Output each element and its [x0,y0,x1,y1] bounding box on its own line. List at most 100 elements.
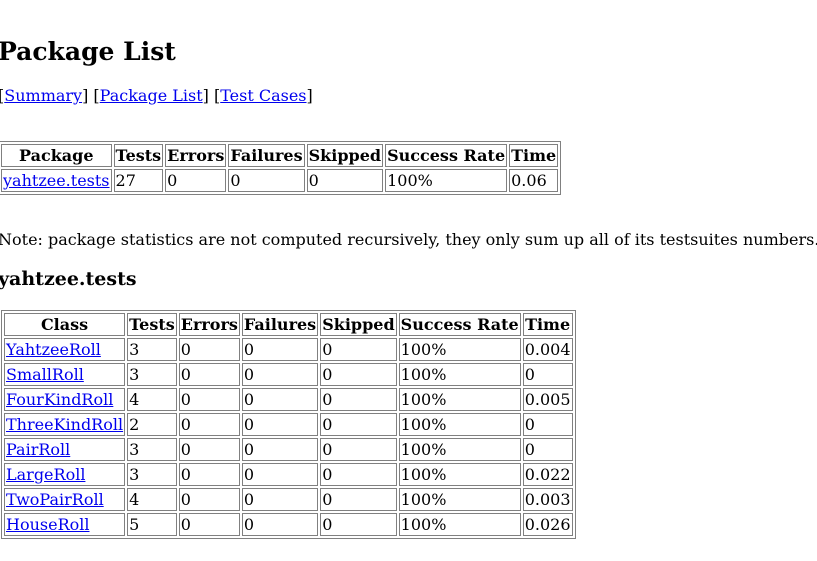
class-cell: ThreeKindRoll [4,413,126,436]
nav-bracket: ] [ [82,86,100,105]
skipped-cell: 0 [320,513,397,536]
time-cell: 0 [522,438,573,461]
failures-cell: 0 [228,169,305,192]
class-cell: HouseRoll [4,513,126,536]
time-cell: 0 [522,363,573,386]
column-header-package: Package [1,144,112,167]
package-section-title: yahtzee.tests [0,268,137,290]
class-link[interactable]: LargeRoll [6,465,85,484]
column-header-tests: Tests [127,313,177,336]
class-cell: SmallRoll [4,363,126,386]
time-cell: 0.003 [522,488,573,511]
nav-bracket: ] [306,86,313,105]
table-row: ThreeKindRoll 2 0 0 0 100% 0 [4,413,573,436]
column-header-skipped: Skipped [306,144,384,167]
column-header-time: Time [509,144,559,167]
errors-cell: 0 [178,338,240,361]
class-cell: YahtzeeRoll [4,338,126,361]
skipped-cell: 0 [320,463,397,486]
package-link[interactable]: yahtzee.tests [3,171,110,190]
summary-link[interactable]: Summary [4,86,82,105]
table-row: TwoPairRoll 4 0 0 0 100% 0.003 [4,488,573,511]
table-row: FourKindRoll 4 0 0 0 100% 0.005 [4,388,573,411]
skipped-cell: 0 [320,488,397,511]
column-header-errors: Errors [165,144,227,167]
statistics-note: Note: package statistics are not compute… [0,230,817,249]
success-rate-cell: 100% [398,388,521,411]
column-header-errors: Errors [178,313,240,336]
failures-cell: 0 [241,388,319,411]
table-header-row: Package Tests Errors Failures Skipped Su… [1,144,559,167]
skipped-cell: 0 [320,338,397,361]
failures-cell: 0 [241,363,319,386]
column-header-class: Class [4,313,126,336]
class-table: Class Tests Errors Failures Skipped Succ… [1,310,576,539]
tests-cell: 4 [127,388,177,411]
table-row: SmallRoll 3 0 0 0 100% 0 [4,363,573,386]
test-cases-link[interactable]: Test Cases [220,86,306,105]
errors-cell: 0 [178,463,240,486]
success-rate-cell: 100% [398,438,521,461]
column-header-tests: Tests [113,144,164,167]
class-cell: TwoPairRoll [4,488,126,511]
skipped-cell: 0 [320,438,397,461]
time-cell: 0.026 [522,513,573,536]
tests-cell: 3 [127,363,177,386]
column-header-success-rate: Success Rate [398,313,521,336]
page-title: Package List [0,37,176,66]
column-header-time: Time [522,313,573,336]
tests-cell: 4 [127,488,177,511]
skipped-cell: 0 [320,413,397,436]
class-link[interactable]: HouseRoll [6,515,89,534]
package-list-link[interactable]: Package List [100,86,203,105]
errors-cell: 0 [178,388,240,411]
success-rate-cell: 100% [398,338,521,361]
time-cell: 0 [522,413,573,436]
failures-cell: 0 [241,513,319,536]
tests-cell: 3 [127,338,177,361]
failures-cell: 0 [241,488,319,511]
class-link[interactable]: TwoPairRoll [6,490,104,509]
table-row: HouseRoll 5 0 0 0 100% 0.026 [4,513,573,536]
errors-cell: 0 [178,438,240,461]
errors-cell: 0 [178,363,240,386]
column-header-success-rate: Success Rate [385,144,508,167]
success-rate-cell: 100% [398,488,521,511]
success-rate-cell: 100% [385,169,508,192]
errors-cell: 0 [178,488,240,511]
success-rate-cell: 100% [398,413,521,436]
class-link[interactable]: YahtzeeRoll [6,340,101,359]
class-link[interactable]: SmallRoll [6,365,84,384]
success-rate-cell: 100% [398,513,521,536]
skipped-cell: 0 [320,388,397,411]
success-rate-cell: 100% [398,363,521,386]
tests-cell: 3 [127,438,177,461]
skipped-cell: 0 [320,363,397,386]
navigation-links: [Summary] [Package List] [Test Cases] [0,86,313,105]
time-cell: 0.022 [522,463,573,486]
success-rate-cell: 100% [398,463,521,486]
errors-cell: 0 [165,169,227,192]
tests-cell: 5 [127,513,177,536]
table-header-row: Class Tests Errors Failures Skipped Succ… [4,313,573,336]
package-cell: yahtzee.tests [1,169,112,192]
failures-cell: 0 [241,438,319,461]
failures-cell: 0 [241,463,319,486]
time-cell: 0.004 [522,338,573,361]
class-link[interactable]: FourKindRoll [6,390,113,409]
table-row: LargeRoll 3 0 0 0 100% 0.022 [4,463,573,486]
column-header-skipped: Skipped [320,313,397,336]
class-link[interactable]: ThreeKindRoll [6,415,123,434]
package-table: Package Tests Errors Failures Skipped Su… [0,141,562,195]
failures-cell: 0 [241,338,319,361]
tests-cell: 27 [113,169,164,192]
nav-bracket: ] [ [202,86,221,105]
class-link[interactable]: PairRoll [6,440,70,459]
time-cell: 0.005 [522,388,573,411]
column-header-failures: Failures [241,313,319,336]
class-cell: FourKindRoll [4,388,126,411]
column-header-failures: Failures [228,144,305,167]
time-cell: 0.06 [509,169,559,192]
table-row: yahtzee.tests 27 0 0 0 100% 0.06 [1,169,559,192]
errors-cell: 0 [178,513,240,536]
